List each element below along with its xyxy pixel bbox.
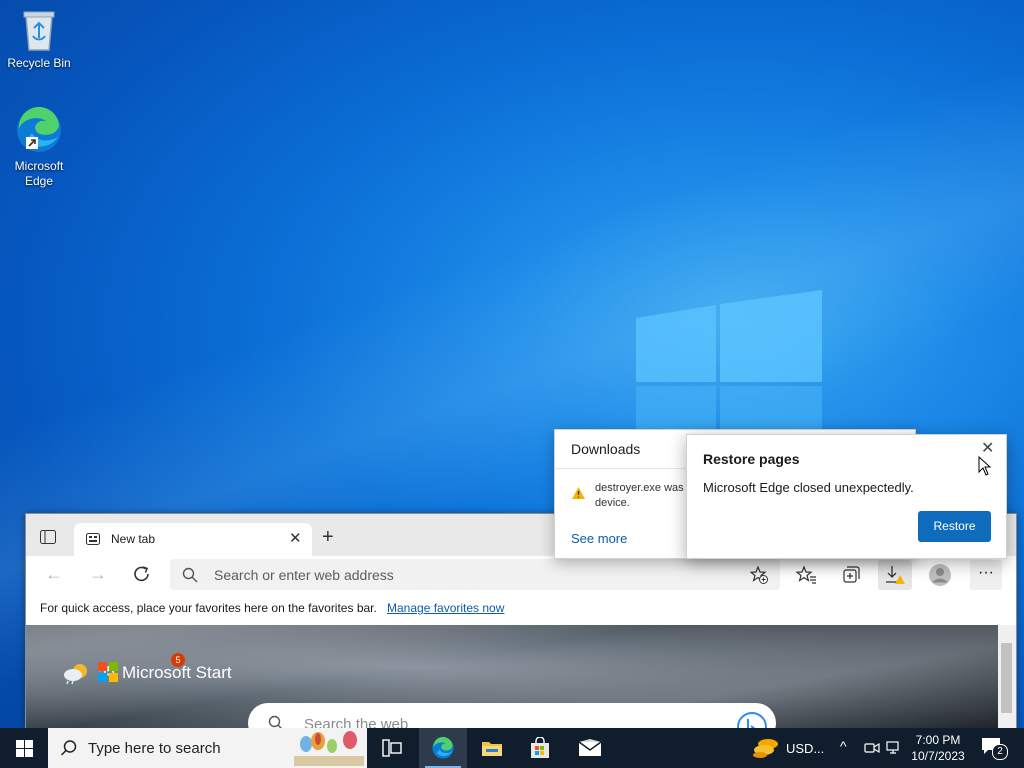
favorites-bar-hint: For quick access, place your favorites h… <box>40 601 377 615</box>
downloads-title: Downloads <box>571 441 641 457</box>
forward-icon[interactable]: → <box>86 564 110 584</box>
show-hidden-icons-chevron-icon[interactable]: ^ <box>840 738 847 754</box>
desktop-icon-label-line1: Microsoft <box>14 159 64 173</box>
favorites-icon[interactable] <box>791 561 821 589</box>
close-icon[interactable]: ✕ <box>981 441 994 457</box>
desktop-icon-recycle-bin[interactable]: Recycle Bin <box>3 8 75 71</box>
settings-more-icon[interactable]: ··· <box>970 560 1002 590</box>
page-scrollbar[interactable] <box>998 625 1016 729</box>
file-explorer-icon <box>482 742 502 756</box>
download-message-line1: destroyer.exe was <box>595 482 684 494</box>
search-icon <box>182 567 198 583</box>
restore-button[interactable]: Restore <box>918 511 991 542</box>
tab-title: New tab <box>111 532 156 546</box>
taskbar-mail-button[interactable] <box>565 728 613 768</box>
new-tab-icon <box>86 533 100 545</box>
taskbar-edge-button[interactable] <box>419 728 467 768</box>
task-view-icon <box>382 739 402 757</box>
add-favorite-icon[interactable] <box>750 566 768 584</box>
windows-start-icon <box>16 740 33 757</box>
address-placeholder: Search or enter web address <box>214 567 394 583</box>
system-clock[interactable]: 7:00 PM 10/7/2023 <box>904 732 972 764</box>
action-center-button[interactable]: 2 <box>980 736 1008 760</box>
currency-widget-icon[interactable] <box>752 737 780 759</box>
scrollbar-thumb[interactable] <box>1001 643 1012 713</box>
taskbar: Type here to search USD... ^ 7:00 PM 10/… <box>0 728 1024 768</box>
downloads-button[interactable] <box>878 560 912 590</box>
task-view-button[interactable] <box>368 728 416 768</box>
taskbar-file-explorer-button[interactable] <box>468 728 516 768</box>
weather-icon[interactable] <box>62 661 92 685</box>
notification-badge[interactable]: 5 <box>171 653 185 667</box>
tab-new-tab[interactable]: New tab ✕ <box>74 523 312 556</box>
new-tab-page: 55 Microsoft Start 5 Search the web <box>26 625 998 729</box>
taskbar-search-box[interactable]: Type here to search <box>48 728 367 768</box>
microsoft-logo-icon <box>98 662 118 682</box>
collections-icon[interactable] <box>836 561 866 589</box>
manage-favorites-link[interactable]: Manage favorites now <box>387 601 504 615</box>
new-tab-button[interactable]: + <box>322 527 334 547</box>
download-item-message[interactable]: destroyer.exe was device. <box>595 481 695 511</box>
desktop-icon-label: Recycle Bin <box>7 56 71 70</box>
refresh-icon[interactable] <box>130 564 154 584</box>
taskbar-store-button[interactable] <box>516 728 564 768</box>
see-more-link[interactable]: See more <box>571 531 627 546</box>
download-message-line2: device. <box>595 497 630 509</box>
tab-close-icon[interactable]: ✕ <box>289 531 302 546</box>
restore-pages-dialog: Restore pages Microsoft Edge closed unex… <box>686 434 1007 559</box>
search-icon <box>60 740 77 756</box>
tab-actions-icon[interactable] <box>40 530 56 544</box>
web-search-box[interactable]: Search the web <box>248 703 776 729</box>
edge-icon <box>432 736 454 759</box>
warning-icon <box>572 487 585 499</box>
clock-time: 7:00 PM <box>915 733 961 747</box>
mail-icon <box>578 739 602 756</box>
edge-icon <box>17 106 61 152</box>
restore-dialog-message: Microsoft Edge closed unexpectedly. <box>703 480 914 495</box>
search-highlights-balloons-icon[interactable] <box>294 730 364 766</box>
profile-avatar-icon[interactable] <box>925 561 955 589</box>
desktop-icon-label-line2: Edge <box>24 174 54 188</box>
store-icon <box>531 737 549 758</box>
mouse-cursor-icon <box>978 456 992 476</box>
recycle-bin-icon <box>23 11 55 51</box>
start-button[interactable] <box>0 728 48 768</box>
clock-date: 10/7/2023 <box>911 749 965 763</box>
favorites-bar: For quick access, place your favorites h… <box>26 593 1016 626</box>
desktop-icon-edge[interactable]: Microsoft Edge <box>3 105 75 189</box>
restore-dialog-title: Restore pages <box>703 451 800 467</box>
currency-widget-label[interactable]: USD... <box>786 741 824 756</box>
meet-now-icon[interactable] <box>864 740 880 756</box>
address-bar[interactable]: Search or enter web address <box>170 559 780 590</box>
taskbar-search-placeholder: Type here to search <box>88 740 221 757</box>
download-warning-icon <box>886 566 905 584</box>
notification-count-badge: 2 <box>992 744 1008 760</box>
browser-toolbar: ← → Search or enter web address ··· <box>26 556 1016 593</box>
back-icon[interactable]: ← <box>42 564 66 584</box>
network-icon[interactable] <box>886 740 902 756</box>
